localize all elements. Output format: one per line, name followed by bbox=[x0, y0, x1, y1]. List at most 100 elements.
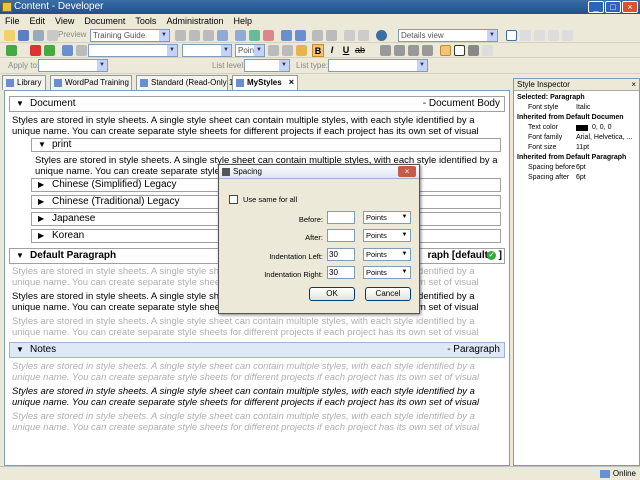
inspector-row-spacing-after: Spacing after 6pt bbox=[514, 173, 639, 183]
document-icon bbox=[54, 79, 62, 87]
tab-standard[interactable]: Standard (Read-Only 1) bbox=[136, 75, 236, 90]
collapse-icon[interactable]: ▼ bbox=[16, 343, 24, 357]
tab-wordpad-training[interactable]: WordPad Training bbox=[50, 75, 132, 90]
spell-check-icon[interactable] bbox=[312, 30, 323, 41]
italic-button[interactable]: I bbox=[326, 44, 338, 57]
format-painter-icon[interactable] bbox=[217, 30, 228, 41]
indent-right-unit-select[interactable]: Points ▼ bbox=[363, 266, 411, 279]
style-document-header[interactable]: ▼ Document - Document Body bbox=[9, 96, 505, 112]
after-unit-select[interactable]: Points ▼ bbox=[363, 229, 411, 242]
chevron-down-icon: ▼ bbox=[279, 60, 289, 71]
before-unit-select[interactable]: Points ▼ bbox=[363, 211, 411, 224]
highlight-icon[interactable] bbox=[296, 45, 307, 56]
inspector-row-spacing-before: Spacing before 6pt bbox=[514, 163, 639, 173]
menu-help[interactable]: Help bbox=[228, 14, 257, 28]
collapse-icon[interactable]: ▼ bbox=[16, 249, 24, 263]
size-unit-combo[interactable]: Points ▼ bbox=[235, 44, 265, 57]
menu-edit[interactable]: Edit bbox=[25, 14, 51, 28]
copy-icon[interactable] bbox=[189, 30, 200, 41]
align-center-icon[interactable] bbox=[394, 45, 405, 56]
use-same-checkbox[interactable] bbox=[229, 195, 238, 204]
bold-button[interactable]: B bbox=[312, 44, 324, 57]
align-left-icon[interactable] bbox=[380, 45, 391, 56]
image-icon[interactable] bbox=[263, 30, 274, 41]
style-tag: raph [default bbox=[427, 250, 488, 261]
list-level-combo[interactable]: ▼ bbox=[244, 59, 290, 72]
layout-icon[interactable] bbox=[506, 30, 517, 41]
help-icon[interactable] bbox=[376, 30, 387, 41]
indent-right-input[interactable]: 30 bbox=[327, 266, 355, 279]
paste-icon[interactable] bbox=[203, 30, 214, 41]
after-input[interactable] bbox=[327, 229, 355, 242]
expand-icon[interactable]: ▶ bbox=[38, 179, 44, 191]
redo-icon[interactable] bbox=[295, 30, 306, 41]
inspector-inherited-paragraph: Inherited from Default Paragraph bbox=[517, 154, 627, 161]
shading-icon[interactable] bbox=[468, 45, 479, 56]
collapse-icon[interactable]: ▼ bbox=[38, 139, 46, 151]
list-type-combo[interactable]: ▼ bbox=[328, 59, 428, 72]
menu-administration[interactable]: Administration bbox=[161, 14, 228, 28]
unit-value: Points bbox=[366, 213, 387, 222]
find-icon[interactable] bbox=[326, 30, 337, 41]
style2-icon[interactable] bbox=[76, 45, 87, 56]
border-icon[interactable] bbox=[454, 45, 465, 56]
table-icon[interactable] bbox=[249, 30, 260, 41]
open-icon[interactable] bbox=[4, 30, 15, 41]
zoom-icon[interactable] bbox=[358, 30, 369, 41]
tab-library[interactable]: Library bbox=[2, 75, 46, 90]
close-button[interactable]: × bbox=[622, 1, 638, 13]
print-icon[interactable] bbox=[33, 30, 44, 41]
delete-icon[interactable] bbox=[30, 45, 41, 56]
close-icon[interactable]: × bbox=[631, 79, 636, 91]
more-icon[interactable] bbox=[482, 45, 493, 56]
cancel-button[interactable]: Cancel bbox=[365, 287, 411, 301]
expand-icon[interactable]: ▶ bbox=[38, 213, 44, 225]
spacing-icon[interactable] bbox=[440, 45, 451, 56]
collapse-icon[interactable]: ▼ bbox=[16, 97, 24, 111]
view-combo[interactable]: Details view ▼ bbox=[398, 29, 498, 42]
justify-icon[interactable] bbox=[422, 45, 433, 56]
layout5-icon[interactable] bbox=[562, 30, 573, 41]
dialog-close-button[interactable]: × bbox=[398, 166, 416, 177]
underline-button[interactable]: U bbox=[340, 44, 352, 57]
expand-icon[interactable]: ▶ bbox=[38, 230, 44, 242]
style-combo[interactable]: ▼ bbox=[88, 44, 178, 57]
cut-icon[interactable] bbox=[175, 30, 186, 41]
apply-to-combo[interactable]: ▼ bbox=[38, 59, 108, 72]
grow-font-icon[interactable] bbox=[268, 45, 279, 56]
align-right-icon[interactable] bbox=[408, 45, 419, 56]
after-label: After: bbox=[305, 233, 323, 242]
save-icon[interactable] bbox=[18, 30, 29, 41]
add-icon[interactable] bbox=[6, 45, 17, 56]
menu-view[interactable]: View bbox=[50, 14, 79, 28]
check-icon[interactable] bbox=[44, 45, 55, 56]
tab-mystyles[interactable]: MyStyles × bbox=[232, 75, 298, 90]
toggle-icon[interactable] bbox=[344, 30, 355, 41]
menu-file[interactable]: File bbox=[0, 14, 25, 28]
tab-close-icon[interactable]: × bbox=[289, 76, 294, 89]
strikethrough-button[interactable]: ab bbox=[354, 44, 366, 57]
variant-print-header[interactable]: ▼ print bbox=[31, 138, 501, 152]
indent-left-input[interactable]: 30 bbox=[327, 248, 355, 261]
before-input[interactable] bbox=[327, 211, 355, 224]
preview-icon[interactable] bbox=[47, 30, 58, 41]
layout2-icon[interactable] bbox=[520, 30, 531, 41]
layout4-icon[interactable] bbox=[548, 30, 559, 41]
minimize-button[interactable]: _ bbox=[588, 1, 604, 13]
shrink-font-icon[interactable] bbox=[282, 45, 293, 56]
layout3-icon[interactable] bbox=[534, 30, 545, 41]
preview-button[interactable]: Preview bbox=[58, 30, 86, 39]
menu-document[interactable]: Document bbox=[79, 14, 130, 28]
maximize-button[interactable]: □ bbox=[605, 1, 621, 13]
style-notes-header[interactable]: ▼ Notes - Paragraph bbox=[9, 342, 505, 358]
undo-icon[interactable] bbox=[281, 30, 292, 41]
menu-tools[interactable]: Tools bbox=[130, 14, 161, 28]
expand-icon[interactable]: ▶ bbox=[38, 196, 44, 208]
indent-left-unit-select[interactable]: Points ▼ bbox=[363, 248, 411, 261]
style-icon[interactable] bbox=[62, 45, 73, 56]
link-icon[interactable] bbox=[235, 30, 246, 41]
ok-button[interactable]: OK bbox=[309, 287, 355, 301]
font-size-combo[interactable]: ▼ bbox=[182, 44, 232, 57]
project-combo[interactable]: Training Guide ▼ bbox=[90, 29, 170, 42]
check-icon: ✓ bbox=[487, 251, 496, 260]
